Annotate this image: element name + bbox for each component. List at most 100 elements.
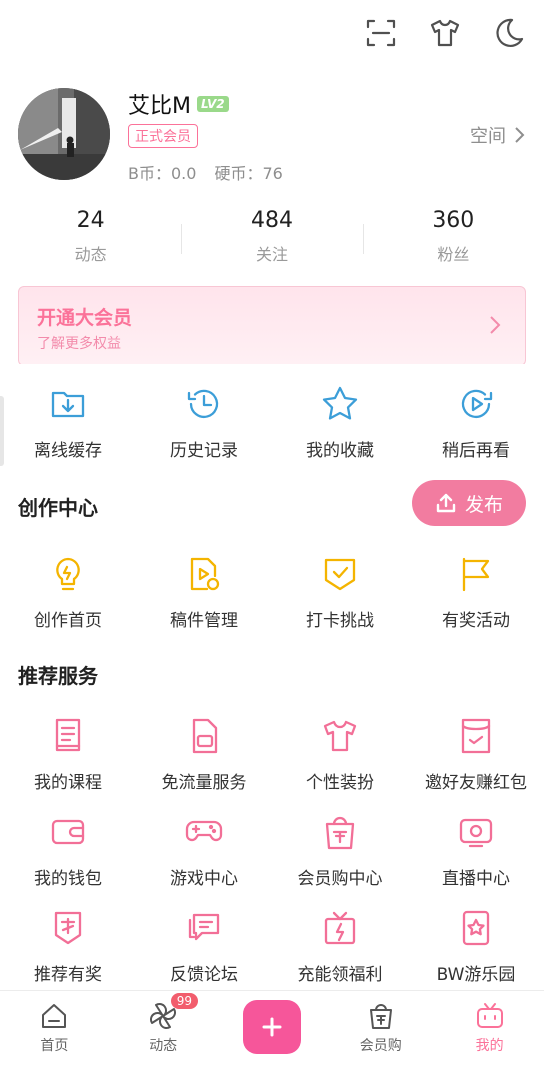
stat-dynamics[interactable]: 24 动态 bbox=[0, 208, 181, 265]
nav-member-shop[interactable]: 会员购 bbox=[326, 991, 435, 1080]
home-icon bbox=[42, 1004, 67, 1028]
red-packet-icon bbox=[461, 718, 491, 754]
stat-label: 关注 bbox=[255, 245, 288, 264]
nav-dynamics[interactable]: 动态 99 bbox=[109, 991, 218, 1080]
service-feedback-forum[interactable]: 反馈论坛 bbox=[136, 906, 272, 985]
username-row: 艾比M LV2 bbox=[128, 88, 229, 120]
outfit-icon bbox=[430, 19, 460, 47]
creation-label: 稿件管理 bbox=[170, 611, 238, 631]
stat-following[interactable]: 484 关注 bbox=[181, 208, 362, 265]
service-label: 邀好友赚红包 bbox=[425, 773, 527, 793]
course-icon bbox=[55, 718, 81, 752]
tv-icon bbox=[459, 818, 493, 848]
quick-label: 离线缓存 bbox=[34, 441, 102, 461]
quick-offline-cache[interactable]: 离线缓存 bbox=[0, 382, 136, 461]
avatar[interactable] bbox=[18, 88, 110, 180]
service-referral[interactable]: 推荐有奖 bbox=[0, 906, 136, 985]
service-label: 个性装扮 bbox=[306, 773, 374, 793]
outfit-button[interactable] bbox=[422, 10, 468, 56]
creation-events[interactable]: 有奖活动 bbox=[408, 552, 544, 631]
upload-icon bbox=[436, 493, 456, 513]
nav-mine[interactable]: 我的 bbox=[435, 991, 544, 1080]
profile-header[interactable]: 艾比M LV2 正式会员 B币：0.0 硬币：76 空间 bbox=[18, 86, 526, 184]
service-charge-benefits[interactable]: 充能领福利 bbox=[272, 906, 408, 985]
chevron-right-icon bbox=[515, 127, 525, 143]
service-shopping[interactable]: 会员购中心 bbox=[272, 810, 408, 889]
vip-banner[interactable]: 开通大会员 了解更多权益 bbox=[18, 286, 526, 366]
lightbulb-icon bbox=[56, 557, 80, 591]
nav-label: 我的 bbox=[475, 1038, 504, 1054]
favorite-star-icon bbox=[322, 386, 358, 420]
quick-access-row: 离线缓存 历史记录 我的收藏 稍后再看 bbox=[0, 382, 544, 461]
vip-subtitle: 了解更多权益 bbox=[37, 336, 121, 352]
service-wallet[interactable]: 我的钱包 bbox=[0, 810, 136, 889]
create-plus-button[interactable] bbox=[243, 1000, 301, 1054]
scan-button[interactable] bbox=[358, 10, 404, 56]
creation-home[interactable]: 创作首页 bbox=[0, 552, 136, 631]
night-mode-icon bbox=[496, 18, 524, 47]
service-invite-friends[interactable]: 邀好友赚红包 bbox=[408, 714, 544, 793]
gamepad-icon bbox=[185, 820, 223, 842]
night-mode-button[interactable] bbox=[486, 10, 532, 56]
publish-label: 发布 bbox=[464, 493, 503, 516]
bcoin-balance: B币：0.0 bbox=[128, 164, 197, 183]
sim-card-icon bbox=[192, 718, 218, 754]
username: 艾比M bbox=[128, 94, 191, 119]
quick-label: 历史记录 bbox=[170, 441, 238, 461]
nav-label: 动态 bbox=[149, 1038, 178, 1054]
creation-center-title: 创作中心 bbox=[18, 496, 98, 520]
service-bw-park[interactable]: BW游乐园 bbox=[408, 906, 544, 985]
stat-label: 粉丝 bbox=[437, 245, 470, 264]
offline-cache-icon bbox=[51, 391, 85, 418]
quick-history[interactable]: 历史记录 bbox=[136, 382, 272, 461]
service-label: 免流量服务 bbox=[161, 773, 247, 793]
service-game-center[interactable]: 游戏中心 bbox=[136, 810, 272, 889]
plus-icon bbox=[262, 1017, 282, 1037]
quick-label: 我的收藏 bbox=[306, 441, 374, 461]
tshirt-icon bbox=[323, 720, 357, 752]
checkin-icon bbox=[324, 558, 356, 591]
service-courses[interactable]: 我的课程 bbox=[0, 714, 136, 793]
service-label: 反馈论坛 bbox=[170, 965, 238, 985]
ticket-icon bbox=[462, 910, 490, 946]
chat-icon bbox=[188, 913, 220, 941]
creation-label: 打卡挑战 bbox=[306, 611, 374, 631]
nav-home[interactable]: 首页 bbox=[0, 991, 109, 1080]
nav-label: 会员购 bbox=[359, 1038, 402, 1054]
coin-info: B币：0.0 硬币：76 bbox=[128, 160, 283, 184]
services-row-3: 推荐有奖 反馈论坛 充能领福利 BW游乐园 bbox=[0, 906, 544, 985]
service-free-data[interactable]: 免流量服务 bbox=[136, 714, 272, 793]
stats-row: 24 动态 484 关注 360 粉丝 bbox=[0, 208, 544, 265]
service-decorations[interactable]: 个性装扮 bbox=[272, 714, 408, 793]
chevron-right-icon bbox=[489, 315, 501, 335]
service-label: 充能领福利 bbox=[297, 965, 383, 985]
service-label: BW游乐园 bbox=[436, 965, 516, 985]
manuscript-icon bbox=[190, 557, 220, 591]
service-label: 我的钱包 bbox=[34, 869, 102, 889]
reward-icon bbox=[54, 911, 82, 945]
quick-favorites[interactable]: 我的收藏 bbox=[272, 382, 408, 461]
stat-label: 动态 bbox=[74, 245, 107, 264]
service-live-center[interactable]: 直播中心 bbox=[408, 810, 544, 889]
space-link-label: 空间 bbox=[470, 126, 506, 147]
creation-row: 创作首页 稿件管理 打卡挑战 有奖活动 bbox=[0, 552, 544, 631]
quick-watch-later[interactable]: 稍后再看 bbox=[408, 382, 544, 461]
service-label: 游戏中心 bbox=[170, 869, 238, 889]
stat-followers[interactable]: 360 粉丝 bbox=[362, 208, 544, 265]
scan-icon bbox=[366, 19, 396, 47]
history-icon bbox=[187, 389, 219, 419]
space-link[interactable]: 空间 bbox=[470, 122, 526, 148]
nav-label: 首页 bbox=[40, 1038, 69, 1054]
member-tag[interactable]: 正式会员 bbox=[128, 124, 198, 148]
wallet-icon bbox=[51, 819, 85, 845]
shopping-bag-icon bbox=[369, 1004, 392, 1029]
creation-manuscripts[interactable]: 稿件管理 bbox=[136, 552, 272, 631]
stat-value: 360 bbox=[432, 208, 475, 233]
stat-value: 484 bbox=[250, 208, 293, 233]
coin-balance: 硬币：76 bbox=[214, 164, 283, 183]
publish-button[interactable]: 发布 bbox=[412, 480, 526, 526]
level-badge: LV2 bbox=[196, 96, 229, 112]
creation-checkin[interactable]: 打卡挑战 bbox=[272, 552, 408, 631]
watch-later-icon bbox=[461, 389, 493, 419]
stat-value: 24 bbox=[76, 208, 105, 233]
